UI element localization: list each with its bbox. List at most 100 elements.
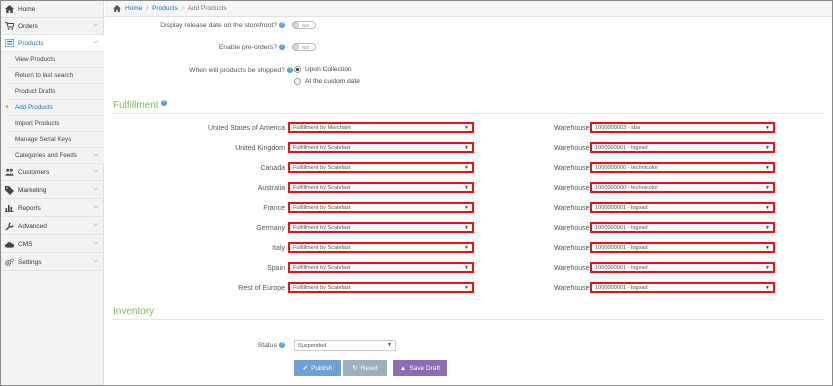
sidebar-item-settings[interactable]: Settings ⌵ xyxy=(1,254,104,271)
current-marker-icon: ✦ xyxy=(4,104,10,111)
fulfillment-country-label: United Kingdom xyxy=(235,145,285,152)
fulfillment-method-value: Fulfillment by Scalefast xyxy=(293,224,351,231)
status-select[interactable]: Suspended ▼ xyxy=(294,340,396,351)
bar-chart-icon xyxy=(5,204,14,213)
toggle-knob xyxy=(293,22,299,28)
breadcrumb-products-link[interactable]: Products xyxy=(152,5,178,12)
help-icon[interactable]: ? xyxy=(287,67,293,74)
fulfillment-country-label: United States of America xyxy=(207,125,285,132)
save-draft-label: Save Draft xyxy=(409,364,441,372)
warehouse-value: 1000000001 - logvad xyxy=(595,224,648,231)
sidebar-item-label: Customers xyxy=(18,168,50,176)
fulfillment-method-select[interactable]: Fulfillment by Scalefast ▼ xyxy=(288,182,474,193)
fulfillment-method-select[interactable]: Fulfillment by Scalefast ▼ xyxy=(288,162,474,173)
sidebar-subitem-import-products[interactable]: Import Products xyxy=(7,116,104,132)
caret-down-icon: ▼ xyxy=(464,185,469,191)
sidebar-item-home[interactable]: Home xyxy=(1,1,104,18)
fulfillment-method-select[interactable]: Fulfillment by Scalefast ▼ xyxy=(288,222,474,233)
reset-button[interactable]: ↻ Reset xyxy=(343,360,387,376)
chevron-down-icon: ⌵ xyxy=(93,168,98,174)
sidebar-subitem-product-drafts[interactable]: Product Drafts xyxy=(7,84,104,100)
fulfillment-method-select[interactable]: Fulfillment by Merchant ▼ xyxy=(288,122,474,133)
caret-down-icon: ▼ xyxy=(765,245,770,251)
ship-custom-date-radio[interactable]: At the custom date xyxy=(294,78,360,85)
warehouse-value: 1000000001 - logvad xyxy=(595,244,648,251)
fulfillment-method-value: Fulfillment by Merchant xyxy=(293,124,351,131)
caret-down-icon: ▼ xyxy=(464,125,469,131)
publish-button[interactable]: ✔ Publish xyxy=(294,360,341,376)
sidebar-subitem-categories-feeds[interactable]: Categories and Feeds ⌵ xyxy=(7,148,104,164)
warehouse-select[interactable]: 1000000001 - logvad ▼ xyxy=(590,282,775,293)
preorders-label: Enable pre-orders?? xyxy=(105,44,285,51)
caret-down-icon: ▼ xyxy=(464,145,469,151)
sidebar-item-orders[interactable]: Orders ⌵ xyxy=(1,18,104,35)
breadcrumb-home-link[interactable]: Home xyxy=(125,5,142,12)
users-icon xyxy=(5,168,14,177)
fulfillment-method-select[interactable]: Fulfillment by Scalefast ▼ xyxy=(288,202,474,213)
status-label: Status? xyxy=(205,342,285,349)
warehouse-select[interactable]: 1000000000 - technicolor ▼ xyxy=(590,162,775,173)
home-icon xyxy=(5,5,14,14)
chevron-down-icon: ⌵ xyxy=(93,22,98,28)
warehouse-value: 1000000001 - logvad xyxy=(595,144,648,151)
sidebar-subitem-serial-keys[interactable]: Manage Serial Keys xyxy=(7,132,104,148)
warehouse-select[interactable]: 1000000001 - logvad ▼ xyxy=(590,222,775,233)
preorders-toggle[interactable]: NO xyxy=(292,43,316,51)
fulfillment-method-value: Fulfillment by Scalefast xyxy=(293,164,351,171)
help-icon[interactable]: ? xyxy=(279,44,285,51)
caret-down-icon: ▼ xyxy=(765,185,770,191)
warehouse-label: Warehouse xyxy=(554,225,590,232)
fulfillment-country-label: Rest of Europe xyxy=(238,285,285,292)
section-divider xyxy=(113,113,824,114)
reset-label: Reset xyxy=(360,364,378,372)
chevron-down-icon: ⌵ xyxy=(93,240,98,246)
sidebar-item-advanced[interactable]: Advanced ⌵ xyxy=(1,218,104,235)
caret-down-icon: ▼ xyxy=(464,165,469,171)
sidebar-item-reports[interactable]: Reports ⌵ xyxy=(1,200,104,217)
status-select-value: Suspended xyxy=(298,342,327,349)
save-draft-button[interactable]: ▲ Save Draft xyxy=(393,360,447,376)
warehouse-select[interactable]: 1000000001 - logvad ▼ xyxy=(590,202,775,213)
toggle-text: NO xyxy=(302,22,310,28)
sidebar-subitem-add-products[interactable]: Add Products xyxy=(7,100,104,116)
fulfillment-method-value: Fulfillment by Scalefast xyxy=(293,184,351,191)
toggle-text: NO xyxy=(302,44,310,50)
fulfillment-method-select[interactable]: Fulfillment by Scalefast ▼ xyxy=(288,262,474,273)
inventory-heading: Inventory xyxy=(113,306,155,317)
release-date-toggle[interactable]: NO xyxy=(292,21,316,29)
sidebar-item-cms[interactable]: CMS ⌵ xyxy=(1,236,104,253)
sidebar-item-label: Reports xyxy=(18,204,41,212)
sidebar-item-label: Marketing xyxy=(18,186,47,194)
fulfillment-country-label: Australia xyxy=(257,185,285,192)
warehouse-select[interactable]: 1000000001 - logvad ▼ xyxy=(590,142,775,153)
sidebar-subitem-return-search[interactable]: Return to last search xyxy=(7,68,104,84)
sidebar-item-customers[interactable]: Customers ⌵ xyxy=(1,164,104,181)
fulfillment-method-select[interactable]: Fulfillment by Scalefast ▼ xyxy=(288,142,474,153)
sidebar-item-products[interactable]: Products ⌵ xyxy=(1,35,104,52)
fulfillment-country-label: Canada xyxy=(260,165,285,172)
warehouse-label: Warehouse xyxy=(554,145,590,152)
help-icon[interactable]: ? xyxy=(160,100,167,106)
fulfillment-method-select[interactable]: Fulfillment by Scalefast ▼ xyxy=(288,242,474,253)
sidebar-item-marketing[interactable]: Marketing ⌵ xyxy=(1,182,104,199)
caret-down-icon: ▼ xyxy=(464,245,469,251)
help-icon[interactable]: ? xyxy=(279,342,285,349)
preorders-label-text: Enable pre-orders? xyxy=(218,44,277,51)
caret-down-icon: ▼ xyxy=(464,285,469,291)
fulfillment-method-value: Fulfillment by Scalefast xyxy=(293,144,351,151)
warehouse-select[interactable]: 1000000001 - logvad ▼ xyxy=(590,242,775,253)
fulfillment-country-label: France xyxy=(263,205,285,212)
warehouse-select[interactable]: 1000000000 - technicolor ▼ xyxy=(590,182,775,193)
breadcrumb-separator: / xyxy=(146,5,149,12)
warehouse-select[interactable]: 1000000003 - sba ▼ xyxy=(590,122,775,133)
sidebar-item-label: Orders xyxy=(18,22,38,30)
fulfillment-method-select[interactable]: Fulfillment by Scalefast ▼ xyxy=(288,282,474,293)
sidebar-item-label: Home xyxy=(18,5,36,13)
help-icon[interactable]: ? xyxy=(279,22,285,29)
warehouse-select[interactable]: 1000000001 - logvad ▼ xyxy=(590,262,775,273)
ship-upon-collection-radio[interactable]: Upon Collection xyxy=(294,66,352,73)
fulfillment-heading: Fulfillment? xyxy=(113,100,167,111)
breadcrumb-current: Add Products xyxy=(187,5,227,12)
cloud-icon xyxy=(5,240,14,249)
sidebar-subitem-view-products[interactable]: View Products xyxy=(7,52,104,68)
